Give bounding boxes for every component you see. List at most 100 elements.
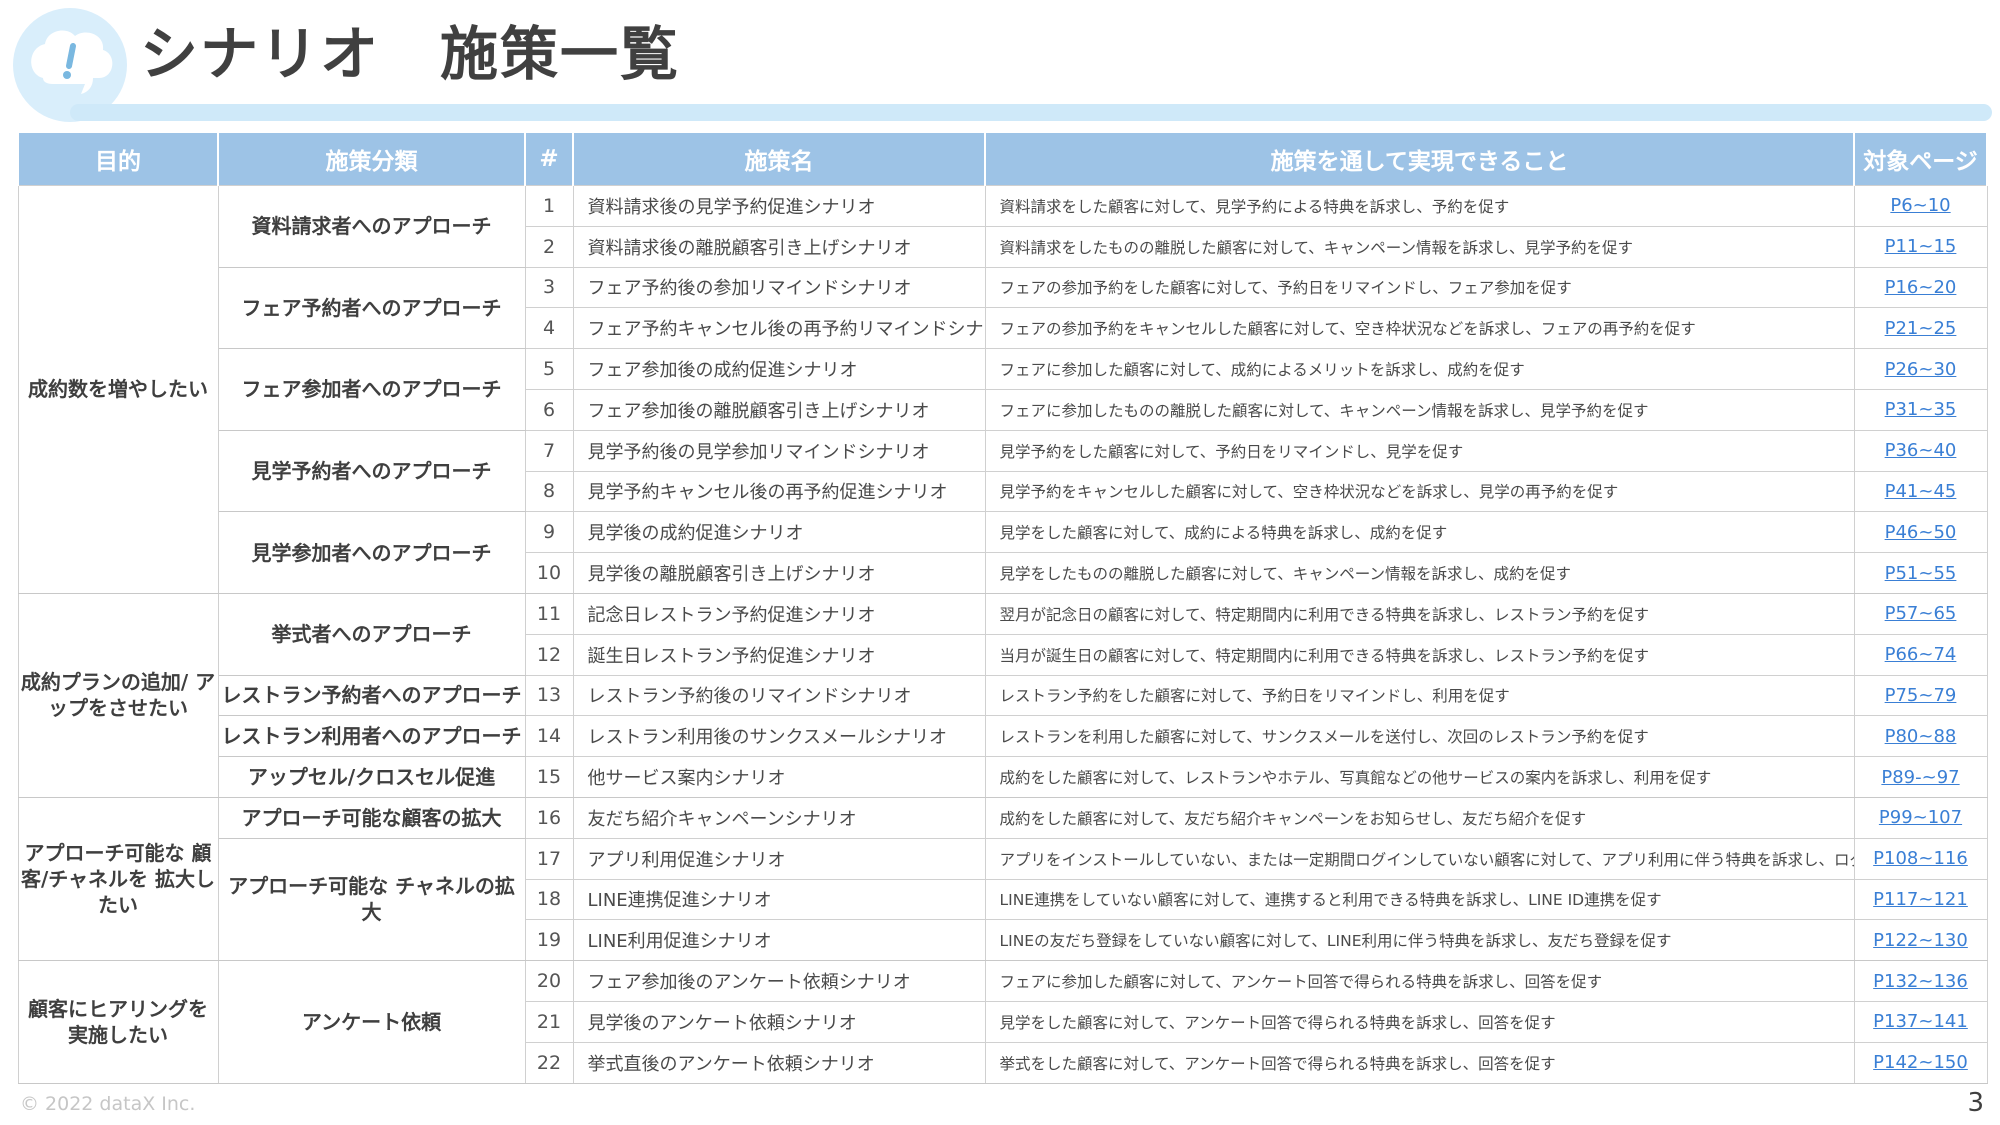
scenario-description: 見学をしたものの離脱した顧客に対して、キャンペーン情報を訴求し、成約を促す xyxy=(984,552,1855,594)
column-header: # xyxy=(524,133,574,186)
row-number: 15 xyxy=(524,756,574,798)
row-number: 11 xyxy=(524,592,574,635)
row-number: 9 xyxy=(524,511,574,554)
row-number: 12 xyxy=(524,633,574,676)
page-link[interactable]: P89-~97 xyxy=(1881,767,1959,788)
category-cell: フェア予約者へのアプローチ xyxy=(217,266,526,350)
page-link[interactable]: P75~79 xyxy=(1885,685,1957,706)
scenario-description: 資料請求をした顧客に対して、見学予約による特典を訴求し、予約を促す xyxy=(984,185,1855,227)
scenario-name: 見学予約キャンセル後の再予約促進シナリオ xyxy=(572,470,986,513)
page-number: 3 xyxy=(1967,1088,1984,1118)
scenario-name: フェア参加後の成約促進シナリオ xyxy=(572,348,986,390)
page-link[interactable]: P122~130 xyxy=(1873,930,1968,951)
page-link[interactable]: P41~45 xyxy=(1885,481,1957,502)
scenario-description: 翌月が記念日の顧客に対して、特定期間内に利用できる特典を訴求し、レストラン予約を… xyxy=(984,592,1855,635)
table-row: アップセル/クロスセル促進 15 他サービス案内シナリオ 成約をした顧客に対して… xyxy=(18,756,1988,798)
page-link[interactable]: P137~141 xyxy=(1873,1011,1968,1032)
table-row: アプローチ可能な チャネルの拡大 17 アプリ利用促進シナリオ アプリをインスト… xyxy=(18,837,1988,962)
table-header-row: 目的 施策分類 # 施策名 施策を通して実現できること 対象ページ xyxy=(17,133,1988,186)
scenario-name: アプリ利用促進シナリオ xyxy=(572,837,986,880)
page-link[interactable]: P57~65 xyxy=(1885,603,1957,624)
scenario-description: フェアに参加したものの離脱した顧客に対して、キャンペーン情報を訴求し、見学予約を… xyxy=(984,388,1855,431)
page-link[interactable]: P66~74 xyxy=(1885,644,1957,665)
table-row: フェア参加者へのアプローチ 5 フェア参加後の成約促進シナリオ フェアに参加した… xyxy=(18,348,1988,431)
scenario-name: 友だち紹介キャンペーンシナリオ xyxy=(572,796,986,839)
scenario-description: フェアの参加予約をした顧客に対して、予約日をリマインドし、フェア参加を促す xyxy=(984,266,1855,309)
scenario-description: フェアに参加した顧客に対して、成約によるメリットを訴求し、成約を促す xyxy=(984,348,1855,390)
page-link[interactable]: P46~50 xyxy=(1885,522,1957,543)
goal-cell: 顧客にヒアリングを 実施したい xyxy=(17,960,219,1084)
page-link[interactable]: P142~150 xyxy=(1873,1052,1968,1073)
scenario-name: 見学後の離脱顧客引き上げシナリオ xyxy=(572,552,986,594)
page-link[interactable]: P6~10 xyxy=(1890,195,1950,216)
scenario-description: 見学をした顧客に対して、アンケート回答で得られる特典を訴求し、回答を促す xyxy=(984,1000,1855,1043)
scenario-name: 挙式直後のアンケート依頼シナリオ xyxy=(572,1041,986,1084)
scenario-description: レストラン予約をした顧客に対して、予約日をリマインドし、利用を促す xyxy=(984,674,1855,717)
row-number: 2 xyxy=(524,225,574,268)
page-link[interactable]: P132~136 xyxy=(1873,971,1968,992)
scenario-name: 記念日レストラン予約促進シナリオ xyxy=(572,592,986,635)
column-header: 目的 xyxy=(17,133,219,186)
row-number: 22 xyxy=(524,1041,574,1084)
scenario-name: LINE利用促進シナリオ xyxy=(572,919,986,962)
category-cell: レストラン利用者へのアプローチ xyxy=(217,715,526,758)
category-cell: 資料請求者へのアプローチ xyxy=(217,185,526,268)
row-number: 7 xyxy=(524,429,574,472)
scenario-table: 目的 施策分類 # 施策名 施策を通して実現できること 対象ページ 成約数を増や… xyxy=(17,133,1988,1084)
scenario-name: 資料請求後の離脱顧客引き上げシナリオ xyxy=(572,225,986,268)
page-link[interactable]: P26~30 xyxy=(1885,359,1957,380)
table-row: 見学予約者へのアプローチ 7 見学予約後の見学参加リマインドシナリオ 見学予約を… xyxy=(18,429,1988,513)
table-row: レストラン予約者へのアプローチ 13 レストラン予約後のリマインドシナリオ レス… xyxy=(18,674,1988,717)
goal-cell: 成約数を増やしたい xyxy=(17,185,219,594)
column-header: 施策分類 xyxy=(217,133,526,186)
page-link[interactable]: P16~20 xyxy=(1885,277,1957,298)
scenario-description: 資料請求をしたものの離脱した顧客に対して、キャンペーン情報を訴求し、見学予約を促… xyxy=(984,225,1855,268)
row-number: 13 xyxy=(524,674,574,717)
page-link[interactable]: P31~35 xyxy=(1885,399,1957,420)
row-number: 3 xyxy=(524,266,574,309)
scenario-description: 当月が誕生日の顧客に対して、特定期間内に利用できる特典を訴求し、レストラン予約を… xyxy=(984,633,1855,676)
row-number: 20 xyxy=(524,960,574,1002)
row-number: 5 xyxy=(524,348,574,390)
category-cell: アプローチ可能な顧客の拡大 xyxy=(217,796,526,839)
category-cell: フェア参加者へのアプローチ xyxy=(217,348,526,431)
category-cell: 見学予約者へのアプローチ xyxy=(217,429,526,513)
column-header: 施策を通して実現できること xyxy=(984,133,1855,186)
page-link[interactable]: P51~55 xyxy=(1885,563,1957,584)
table-row: レストラン利用者へのアプローチ 14 レストラン利用後のサンクスメールシナリオ … xyxy=(18,715,1988,758)
category-cell: 見学参加者へのアプローチ xyxy=(217,511,526,594)
page-link[interactable]: P21~25 xyxy=(1885,318,1957,339)
page-link[interactable]: P99~107 xyxy=(1879,807,1962,828)
scenario-name: フェア予約後の参加リマインドシナリオ xyxy=(572,266,986,309)
scenario-description: LINEの友だち登録をしていない顧客に対して、LINE利用に伴う特典を訴求し、友… xyxy=(984,919,1855,962)
page-link[interactable]: P108~116 xyxy=(1873,848,1968,869)
row-number: 1 xyxy=(524,185,574,227)
scenario-description: 挙式をした顧客に対して、アンケート回答で得られる特典を訴求し、回答を促す xyxy=(984,1041,1855,1084)
scenario-name: レストラン予約後のリマインドシナリオ xyxy=(572,674,986,717)
scenario-name: フェア参加後のアンケート依頼シナリオ xyxy=(572,960,986,1002)
table-row: フェア予約者へのアプローチ 3 フェア予約後の参加リマインドシナリオ フェアの参… xyxy=(18,266,1988,350)
category-cell: アプローチ可能な チャネルの拡大 xyxy=(217,837,526,962)
page-link[interactable]: P117~121 xyxy=(1873,889,1968,910)
scenario-description: 成約をした顧客に対して、レストランやホテル、写真館などの他サービスの案内を訴求し… xyxy=(984,756,1855,798)
category-cell: アンケート依頼 xyxy=(217,960,526,1084)
row-number: 21 xyxy=(524,1000,574,1043)
category-cell: 挙式者へのアプローチ xyxy=(217,592,526,676)
page-link[interactable]: P80~88 xyxy=(1885,726,1957,747)
scenario-name: フェア予約キャンセル後の再予約リマインドシナリオ xyxy=(572,307,986,350)
page-link[interactable]: P11~15 xyxy=(1885,236,1957,257)
scenario-description: フェアに参加した顧客に対して、アンケート回答で得られる特典を訴求し、回答を促す xyxy=(984,960,1855,1002)
table-row: 成約数を増やしたい 資料請求者へのアプローチ 1 資料請求後の見学予約促進シナリ… xyxy=(17,185,1988,594)
scenario-description: 成約をした顧客に対して、友だち紹介キャンペーンをお知らせし、友だち紹介を促す xyxy=(984,796,1855,839)
scenario-description: 見学をした顧客に対して、成約による特典を訴求し、成約を促す xyxy=(984,511,1855,554)
category-cell: レストラン予約者へのアプローチ xyxy=(217,674,526,717)
scenario-name: 見学予約後の見学参加リマインドシナリオ xyxy=(572,429,986,472)
scenario-name: LINE連携促進シナリオ xyxy=(572,878,986,921)
column-header: 対象ページ xyxy=(1853,133,1988,186)
row-number: 16 xyxy=(524,796,574,839)
scenario-name: 誕生日レストラン予約促進シナリオ xyxy=(572,633,986,676)
scenario-description: アプリをインストールしていない、または一定期間ログインしていない顧客に対して、ア… xyxy=(984,837,1855,880)
scenario-name: 見学後の成約促進シナリオ xyxy=(572,511,986,554)
page-link[interactable]: P36~40 xyxy=(1885,440,1957,461)
table-row: 見学参加者へのアプローチ 9 見学後の成約促進シナリオ 見学をした顧客に対して、… xyxy=(18,511,1988,594)
